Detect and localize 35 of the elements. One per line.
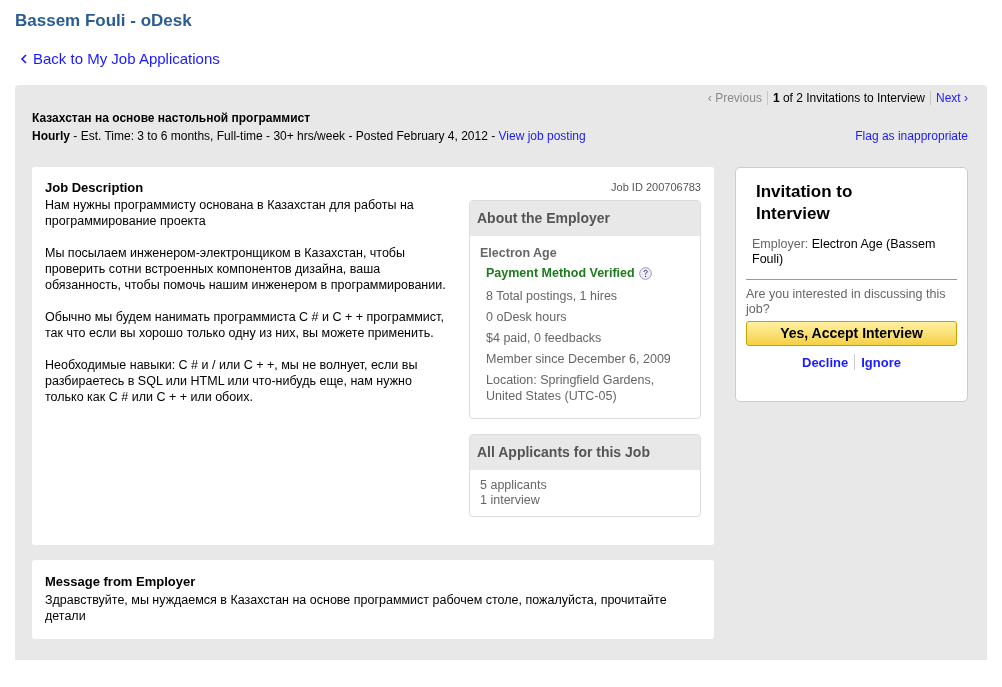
applicants-count: 1 interview [480,493,541,508]
section-heading: Message from Employer [45,572,197,590]
employer-stat: $4 paid, 0 feedbacks [486,330,603,346]
employer-stat: Location: Springfield Gardens, United States (UTC-05) [486,372,656,404]
next-link[interactable]: Next › [936,88,968,107]
interest-question: Are you interested in discussing this job? [746,286,947,317]
ignore-link[interactable]: Ignore [861,352,901,372]
back-link[interactable]: Back to My Job Applications [20,48,220,71]
applicants-count: 5 applicants [480,478,548,493]
box-heading: All Applicants for this Job [470,435,700,470]
description-paragraph: Мы посылаем инженером-электронщиком в Казахстан, чтобы проверить сотни встроенных компонентов дизайна, ваша обязанность, чтобы помочь нашим инженером в программировании. [45,244,447,293]
chevron-left-icon [20,54,27,65]
help-icon[interactable] [638,267,652,281]
invitation-heading: Invitation to Interview [756,180,854,225]
employer-name: Electron Age [480,244,558,262]
message-text: Здравствуйте, мы нуждаемся в Казахстан на основе программист рабочем столе, пожалуйста, прочитайте детали [45,591,668,624]
page-title: Bassem Fouli - oDesk [15,10,193,32]
description-paragraph: Нам нужны программисту основана в Казахстан для работы на программирование проекта [45,196,415,229]
flag-link[interactable]: Flag as inappropriate [855,126,970,145]
employer-stat: 8 Total postings, 1 hires [486,288,619,304]
employer-info: Employer: Electron Age (Bassem Fouli) [746,236,957,280]
job-id: Job ID 200706783 [611,179,701,195]
box-heading: About the Employer [470,200,700,236]
section-heading: Job Description [45,178,145,197]
accept-interview-button[interactable]: Yes, Accept Interview [746,320,957,346]
job-title: Казахстан на основе настольной программист [32,109,312,127]
employer-stat: 0 oDesk hours [486,309,568,325]
decline-link[interactable]: Decline [802,352,849,372]
job-summary: Hourly - Est. Time: 3 to 6 months, Full-time - 30+ hrs/week - Posted February 4, 2012 - View job posting [32,127,586,145]
view-job-posting-link[interactable]: View job posting [498,128,586,143]
pager-position: 1 of 2 Invitations to Interview [772,89,925,107]
description-paragraph: Необходимые навыки: C # и / или C + +, мы не волнует, если вы разбираетесь в SQL или HTML или что-нибудь еще, нам нужно только как C # или C + + или обоих. [45,356,419,405]
employer-stat: Member since December 6, 2009 [486,351,672,367]
description-paragraph: Обычно мы будем нанимать программиста C # и C + + программист, так что если вы хорошо только одну из них, вы можете применить. [45,308,445,341]
payment-verified: Payment Method Verified [486,265,635,283]
